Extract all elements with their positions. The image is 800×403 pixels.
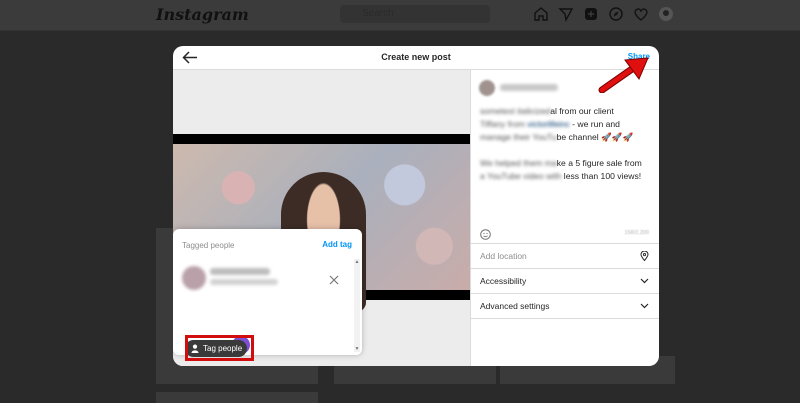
- scroll-down-icon[interactable]: ▼: [354, 346, 360, 352]
- feed-tile: [334, 366, 496, 384]
- panel-scrollbar[interactable]: ▲ ▼: [354, 259, 360, 352]
- profile-avatar[interactable]: [658, 6, 674, 22]
- caption-blurred-text: We helped them ma: [480, 158, 557, 168]
- modal-title: Create new post: [381, 52, 451, 62]
- top-nav-icons: [533, 6, 674, 23]
- tagged-people-panel: Tagged people Add tag ▲ ▼: [173, 229, 362, 355]
- add-location-row[interactable]: Add location: [471, 243, 659, 268]
- character-count: 158/2,200: [624, 230, 649, 236]
- tagged-user-avatar: [182, 266, 206, 290]
- post-details-sidebar: sometext italicizedal from our client Ti…: [471, 70, 659, 366]
- create-post-modal: Create new post Share Tagged people Add …: [173, 46, 659, 366]
- search-input[interactable]: Search: [340, 5, 490, 23]
- chevron-down-icon: [640, 301, 649, 311]
- heart-icon[interactable]: [633, 6, 649, 22]
- caption-text: ke a 5 figure sale from: [556, 158, 642, 168]
- chevron-down-icon: [640, 276, 649, 286]
- new-post-icon[interactable]: [583, 6, 599, 22]
- tagged-people-title: Tagged people: [182, 241, 235, 250]
- tag-people-label: Tag people: [203, 344, 243, 353]
- media-preview[interactable]: Tagged people Add tag ▲ ▼ Tag people: [173, 70, 471, 366]
- accessibility-row[interactable]: Accessibility: [471, 268, 659, 293]
- caption-mention-link: victorlifeinc: [527, 119, 570, 129]
- caption-blurred-text: a YouTube video with: [480, 171, 562, 181]
- caption-text: al from our client: [550, 106, 614, 116]
- instagram-top-bar: Instagram Search: [0, 0, 800, 31]
- feed-tile: [156, 392, 318, 403]
- caption-text: be channel 🚀🚀🚀: [556, 132, 634, 142]
- tagged-user-subtitle: [210, 279, 278, 285]
- location-pin-icon: [640, 250, 649, 262]
- emoji-icon[interactable]: [480, 227, 491, 240]
- caption-blurred-text: sometext italicized: [480, 106, 551, 116]
- caption-text: - we run and: [569, 119, 620, 129]
- home-icon[interactable]: [533, 6, 549, 22]
- author-username: [500, 84, 558, 91]
- send-icon[interactable]: [558, 6, 574, 23]
- caption-text: less than 100 views!: [561, 171, 642, 181]
- add-tag-button[interactable]: Add tag: [322, 240, 352, 249]
- caption-blurred-text: manage their YouTu: [480, 132, 557, 142]
- scroll-up-icon[interactable]: ▲: [354, 259, 360, 265]
- caption-blurred-text: Tiffany from: [480, 119, 525, 129]
- modal-header: Create new post Share: [173, 46, 659, 70]
- user-icon: [191, 344, 199, 353]
- close-icon[interactable]: [329, 272, 339, 285]
- explore-icon[interactable]: [608, 6, 624, 22]
- author-avatar: [479, 80, 495, 96]
- caption-textarea[interactable]: sometext italicizedal from our client Ti…: [480, 105, 652, 183]
- advanced-settings-label: Advanced settings: [480, 301, 550, 311]
- tag-people-button[interactable]: Tag people: [185, 340, 247, 357]
- advanced-settings-row[interactable]: Advanced settings: [471, 293, 659, 319]
- instagram-logo[interactable]: Instagram: [156, 5, 249, 24]
- accessibility-label: Accessibility: [480, 276, 527, 286]
- share-button[interactable]: Share: [628, 52, 650, 61]
- add-location-input[interactable]: Add location: [480, 251, 527, 261]
- tagged-user-name: [210, 268, 270, 275]
